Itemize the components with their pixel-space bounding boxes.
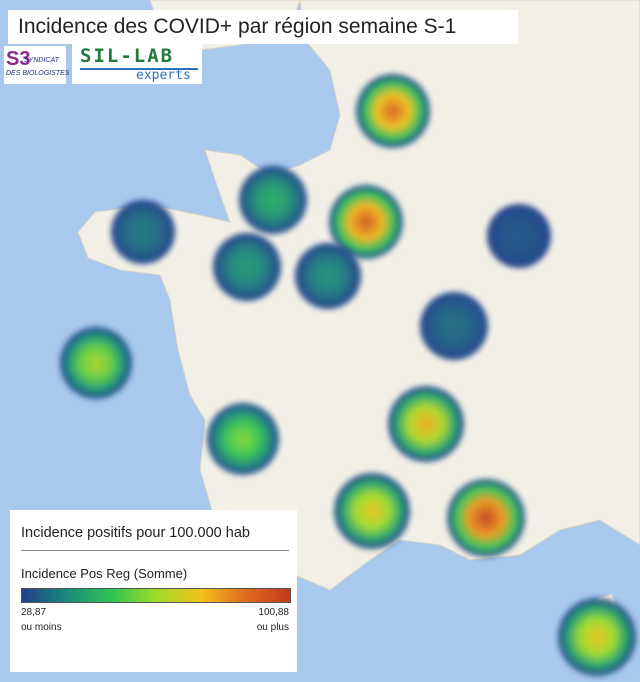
legend-measure: Incidence Pos Reg (Somme) — [21, 566, 188, 581]
region-marker-outre-mer[interactable]: Outre-mer — [60, 327, 132, 399]
region-marker-auvergne-rhone-alpes[interactable]: Auvergne-Rhône-Alpes — [388, 386, 464, 462]
syndicat-logo-line2: DES BIOLOGISTES — [6, 70, 70, 77]
syndicat-logo: S3 SYNDICAT DES BIOLOGISTES — [4, 46, 70, 84]
region-marker-pays-de-la-loire[interactable]: Pays de la Loire — [213, 233, 281, 301]
legend-max-value: 100,88 — [258, 607, 289, 618]
region-marker-provence-alpes-cote-d-azur[interactable]: Provence-Alpes-Côte d'Azur — [447, 479, 525, 557]
region-marker-grand-est[interactable]: Grand Est — [487, 204, 551, 268]
sillab-logo-main: SIL-LAB — [80, 45, 175, 67]
sillab-logo: SIL-LAB experts — [72, 44, 202, 84]
legend-max-label: ou plus — [256, 622, 289, 633]
legend-min-label: ou moins — [21, 622, 62, 633]
legend-min-value: 28,87 — [21, 607, 47, 618]
legend-color-scale — [21, 588, 291, 603]
region-marker-bretagne[interactable]: Bretagne — [111, 200, 175, 264]
region-marker-bourgogne-franche-comte[interactable]: Bourgogne-Franche-Comté — [420, 292, 488, 360]
region-marker-corse[interactable]: Corse — [558, 598, 636, 676]
legend-panel: Incidence positifs pour 100.000 hab Inci… — [10, 510, 297, 672]
region-marker-nouvelle-aquitaine[interactable]: Nouvelle-Aquitaine — [207, 403, 279, 475]
map-title: Incidence des COVID+ par région semaine … — [18, 15, 457, 38]
title-banner: Incidence des COVID+ par région semaine … — [8, 10, 518, 44]
region-marker-occitanie[interactable]: Occitanie — [334, 473, 410, 549]
legend-divider — [21, 550, 289, 551]
region-marker-centre-val-de-loire[interactable]: Centre-Val de Loire — [295, 243, 361, 309]
region-marker-normandie[interactable]: Normandie — [239, 166, 307, 234]
legend-title: Incidence positifs pour 100.000 hab — [21, 525, 250, 541]
syndicat-logo-line1: SYNDICAT — [24, 57, 59, 64]
sillab-logo-sub: experts — [136, 68, 191, 83]
region-marker-hauts-de-france[interactable]: Hauts-de-France — [356, 74, 430, 148]
